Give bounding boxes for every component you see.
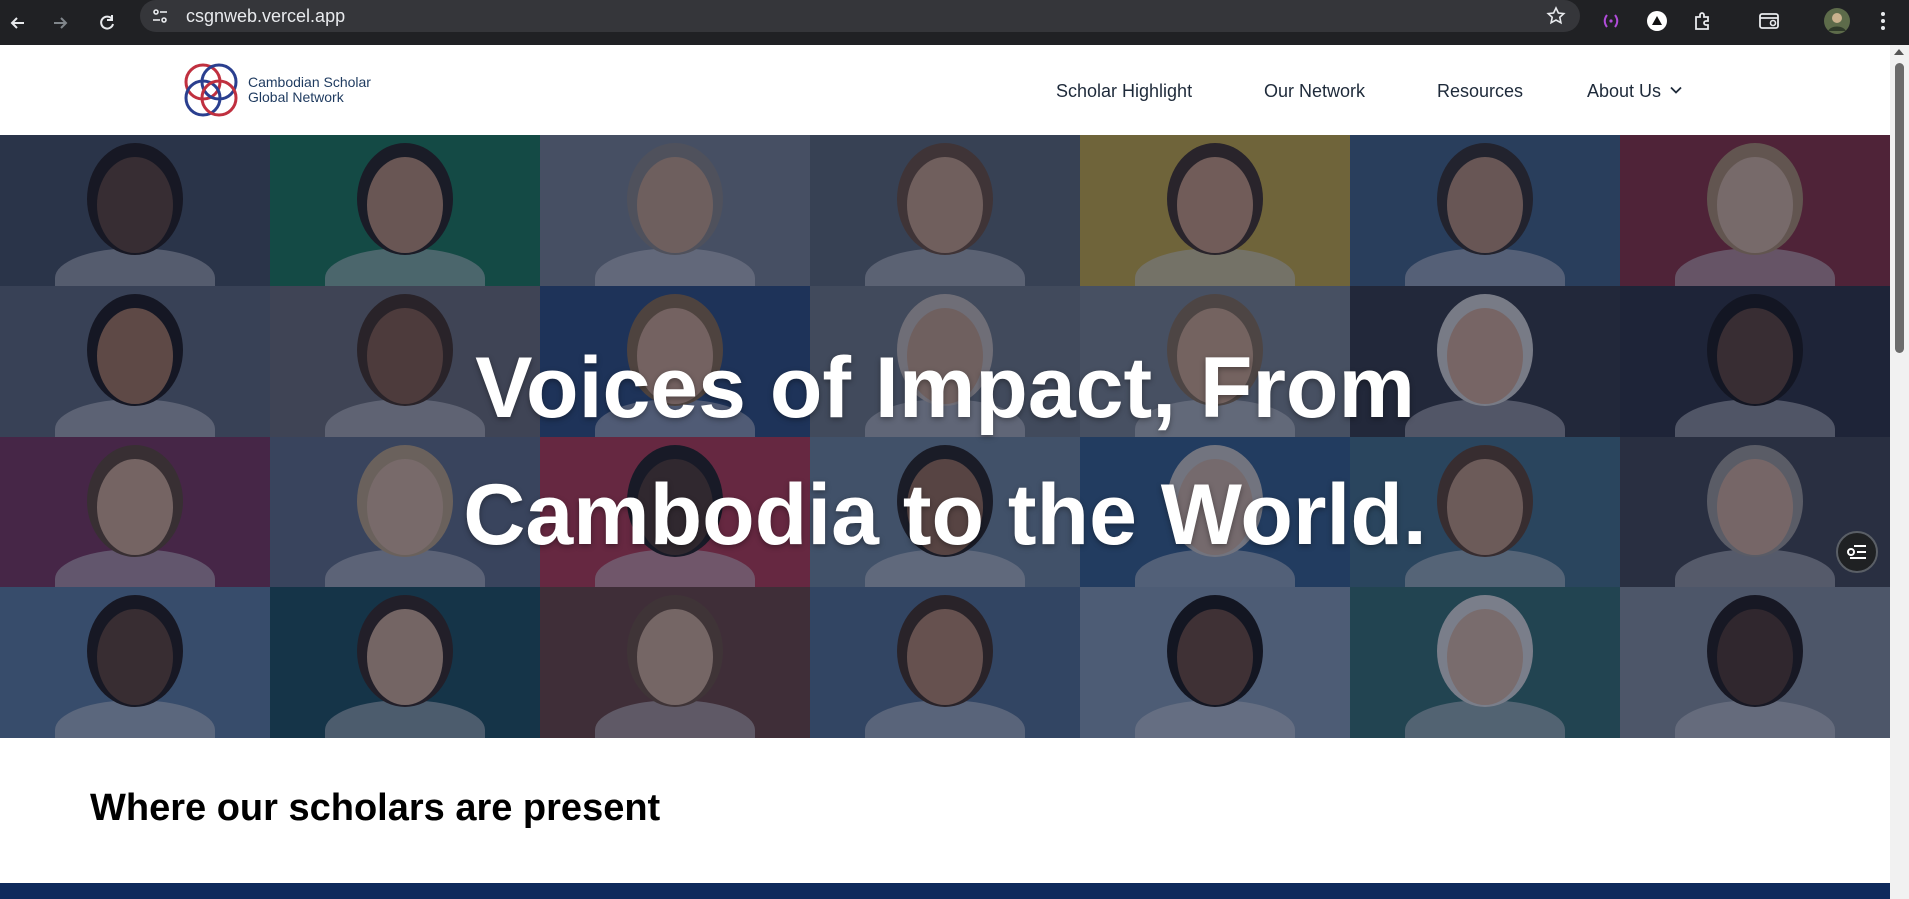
nav-scholar-highlight[interactable]: Scholar Highlight <box>1056 81 1192 102</box>
tab-search-icon[interactable] <box>1755 6 1785 36</box>
nav-about-us[interactable]: About Us <box>1587 81 1661 102</box>
hero-title-line-2: Cambodia to the World. <box>463 467 1427 563</box>
profile-avatar-icon[interactable] <box>1822 6 1852 36</box>
logo-text: Cambodian Scholar Global Network <box>248 75 371 105</box>
extensions-puzzle-icon[interactable] <box>1688 6 1718 36</box>
site-info-icon[interactable] <box>148 4 172 28</box>
nav-our-network[interactable]: Our Network <box>1264 81 1365 102</box>
logo-line-2: Global Network <box>248 89 344 105</box>
reload-icon[interactable] <box>89 5 125 41</box>
menu-kebab-icon[interactable] <box>1868 6 1898 36</box>
hero-title-line-1: Voices of Impact, From <box>475 340 1415 436</box>
section-title: Where our scholars are present <box>90 787 661 829</box>
chevron-down-icon[interactable] <box>1669 83 1683 97</box>
page-scrollbar[interactable] <box>1890 45 1909 899</box>
nav-resources[interactable]: Resources <box>1437 81 1523 102</box>
logo[interactable]: Cambodian Scholar Global Network <box>178 57 388 123</box>
url-text[interactable]: csgnweb.vercel.app <box>186 6 345 27</box>
list-settings-icon[interactable] <box>1836 531 1878 573</box>
site-header: Cambodian Scholar Global Network Scholar… <box>0 45 1890 135</box>
logo-line-1: Cambodian Scholar <box>248 74 371 90</box>
map-section-band <box>0 883 1890 899</box>
address-bar[interactable]: csgnweb.vercel.app <box>140 0 1580 32</box>
browser-toolbar: csgnweb.vercel.app <box>0 0 1909 45</box>
scroll-thumb[interactable] <box>1895 63 1904 353</box>
star-icon[interactable] <box>1544 4 1568 28</box>
scroll-up-arrow-icon[interactable] <box>1894 49 1904 55</box>
logo-mark-icon <box>184 63 238 117</box>
extension-triangle-icon[interactable] <box>1642 6 1672 36</box>
forward-icon[interactable] <box>42 5 78 41</box>
back-icon[interactable] <box>0 5 36 41</box>
hero-banner: Voices of Impact, From Cambodia to the W… <box>0 135 1890 738</box>
extension-purple-icon[interactable] <box>1596 6 1626 36</box>
